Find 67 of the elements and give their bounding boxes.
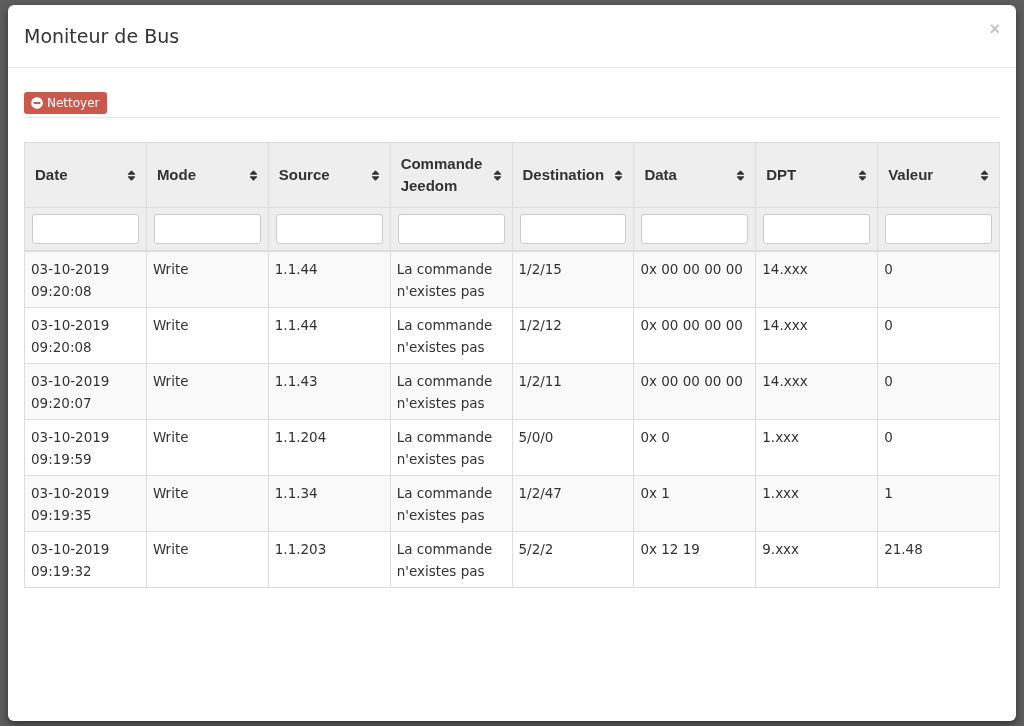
table-cell: La commande n'existes pas xyxy=(390,531,512,588)
table-cell: 0 xyxy=(877,307,1000,364)
table-cell: Write xyxy=(146,363,269,420)
column-header[interactable]: Commande Jeedom xyxy=(390,142,512,208)
table-cell: 1.xxx xyxy=(755,475,878,532)
filter-field[interactable] xyxy=(519,214,627,244)
table-cell: 9.xxx xyxy=(755,531,878,588)
filter-field[interactable] xyxy=(641,214,749,244)
table-cell: 1.1.44 xyxy=(268,251,391,308)
table-cell: 0 xyxy=(877,363,1000,420)
column-header[interactable]: Date xyxy=(24,142,147,208)
table-cell: 03-10-2019 09:20:07 xyxy=(24,363,147,420)
table-cell: 0x 0 xyxy=(633,419,756,476)
column-header[interactable]: Source xyxy=(268,142,391,208)
table-cell: Write xyxy=(146,307,269,364)
table-cell: 1.1.203 xyxy=(268,531,391,588)
table-cell: 03-10-2019 09:19:59 xyxy=(24,419,147,476)
table-cell: 03-10-2019 09:20:08 xyxy=(24,251,147,308)
table-cell: 1 xyxy=(877,475,1000,532)
table-cell: La commande n'existes pas xyxy=(390,307,512,364)
table-cell: 14.xxx xyxy=(755,363,878,420)
table-cell: Write xyxy=(146,475,269,532)
table-cell: 0x 00 00 00 00 xyxy=(633,307,756,364)
column-header[interactable]: Mode xyxy=(146,142,269,208)
table-cell: 1.1.44 xyxy=(268,307,391,364)
table-cell: 1/2/15 xyxy=(512,251,634,308)
table-cell: Write xyxy=(146,531,269,588)
filter-field[interactable] xyxy=(153,214,261,244)
column-header[interactable]: DPT xyxy=(755,142,878,208)
table-cell: 0 xyxy=(877,419,1000,476)
column-header[interactable]: Valeur xyxy=(877,142,1000,208)
table-cell: 03-10-2019 09:19:32 xyxy=(24,531,147,588)
clear-button[interactable]: Nettoyer xyxy=(24,92,107,114)
table-cell: 1.1.204 xyxy=(268,419,391,476)
filter-field[interactable] xyxy=(763,214,871,244)
table-cell: 0x 00 00 00 00 xyxy=(633,251,756,308)
filter-field[interactable] xyxy=(397,214,505,244)
table-cell: 1.1.43 xyxy=(268,363,391,420)
table-cell: 0x 1 xyxy=(633,475,756,532)
table-cell: 03-10-2019 09:19:35 xyxy=(24,475,147,532)
table-cell: 0x 00 00 00 00 xyxy=(633,363,756,420)
filter-field[interactable] xyxy=(885,214,992,244)
table-cell: Write xyxy=(146,251,269,308)
table-cell: 1.1.34 xyxy=(268,475,391,532)
column-header[interactable]: Data xyxy=(633,142,756,208)
table-cell: La commande n'existes pas xyxy=(390,475,512,532)
table-cell: 0 xyxy=(877,251,1000,308)
table-cell: 5/0/0 xyxy=(512,419,634,476)
table-cell: La commande n'existes pas xyxy=(390,419,512,476)
table-cell: Write xyxy=(146,419,269,476)
table-cell: 14.xxx xyxy=(755,251,878,308)
table-cell: 1/2/12 xyxy=(512,307,634,364)
table-cell: 1.xxx xyxy=(755,419,878,476)
filter-field[interactable] xyxy=(275,214,383,244)
table-cell: 14.xxx xyxy=(755,307,878,364)
table-cell: 1/2/11 xyxy=(512,363,634,420)
modal-title: Moniteur de Bus xyxy=(24,25,180,47)
sort-icon xyxy=(978,168,991,182)
table-cell: La commande n'existes pas xyxy=(390,363,512,420)
table-cell: 21.48 xyxy=(877,531,1000,588)
column-header[interactable]: Destination xyxy=(512,142,634,208)
table-cell: 5/2/2 xyxy=(512,531,634,588)
table-cell: 03-10-2019 09:20:08 xyxy=(24,307,147,364)
table-cell: La commande n'existes pas xyxy=(390,251,512,308)
filter-field[interactable] xyxy=(32,214,139,244)
table-cell: 0x 12 19 xyxy=(633,531,756,588)
table-cell: 1/2/47 xyxy=(512,475,634,532)
